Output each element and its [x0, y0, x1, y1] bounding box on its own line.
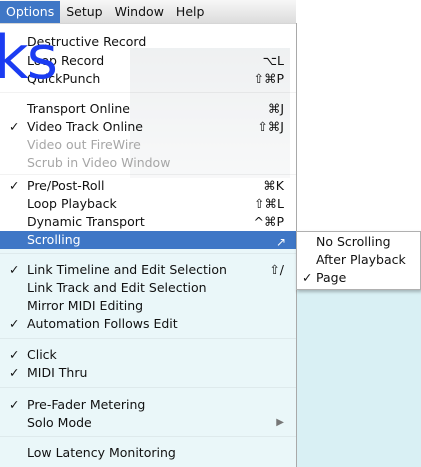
menu-separator — [0, 387, 296, 388]
menu-item-link-track-edit-selection[interactable]: Link Track and Edit Selection — [0, 279, 296, 297]
menu-item-label: Pre-Fader Metering — [27, 397, 146, 412]
menu-window[interactable]: Window — [109, 1, 170, 23]
checkmark-icon: ✓ — [9, 119, 20, 134]
menu-item-label: Transport Online — [27, 101, 130, 116]
submenu-item-label: No Scrolling — [316, 234, 391, 249]
menu-item-midi-thru[interactable]: ✓ MIDI Thru — [0, 364, 296, 382]
menu-item-label: Pre/Post-Roll — [27, 178, 105, 193]
menu-item-shortcut: ⌘J — [267, 101, 284, 116]
menu-item-loop-playback[interactable]: Loop Playback ⇧⌘L — [0, 195, 296, 213]
menu-item-shortcut: ⇧⌘J — [257, 119, 284, 134]
menu-item-label: Solo Mode — [27, 415, 92, 430]
menu-item-label: Click — [27, 347, 57, 362]
menu-item-shortcut: ⇧⌘P — [253, 71, 284, 86]
checkmark-icon: ✓ — [9, 365, 20, 380]
menu-item-label: Dynamic Transport — [27, 214, 145, 229]
menu-item-shortcut: ⌘K — [263, 178, 284, 193]
overlay-text: ks — [0, 23, 58, 93]
checkmark-icon: ✓ — [9, 316, 20, 331]
menu-separator — [0, 253, 296, 254]
checkmark-icon: ✓ — [302, 270, 313, 285]
menu-item-label: Loop Playback — [27, 196, 117, 211]
menu-options[interactable]: Options — [0, 0, 61, 23]
menu-item-shortcut: ⌥L — [262, 53, 284, 68]
menu-item-label: MIDI Thru — [27, 365, 88, 380]
menu-item-label: Scrub in Video Window — [27, 155, 171, 170]
mouse-cursor-icon: ↗ — [275, 235, 286, 249]
submenu-item-after-playback[interactable]: After Playback — [297, 251, 420, 269]
menu-item-scrub-in-video-window: Scrub in Video Window — [0, 154, 296, 172]
menu-item-pre-fader-metering[interactable]: ✓ Pre-Fader Metering — [0, 396, 296, 414]
menu-separator — [0, 338, 296, 339]
menu-item-shortcut: ^⌘P — [253, 214, 284, 229]
menu-item-label: Low Latency Monitoring — [27, 445, 176, 460]
menu-item-solo-mode[interactable]: Solo Mode ▶ — [0, 414, 296, 432]
menu-item-automation-follows-edit[interactable]: ✓ Automation Follows Edit — [0, 315, 296, 333]
menu-item-pre-post-roll[interactable]: ✓ Pre/Post-Roll ⌘K — [0, 177, 296, 195]
submenu-item-no-scrolling[interactable]: No Scrolling — [297, 233, 420, 251]
menu-item-video-out-firewire: Video out FireWire — [0, 136, 296, 154]
menu-item-low-latency-monitoring[interactable]: Low Latency Monitoring — [0, 444, 296, 462]
menu-separator — [0, 436, 296, 437]
menu-item-label: Link Timeline and Edit Selection — [27, 262, 227, 277]
menu-item-shortcut: ⇧/ — [269, 262, 284, 277]
menu-item-label: Scrolling — [27, 232, 81, 247]
menu-bar: Options Setup Window Help — [0, 0, 296, 24]
menu-setup[interactable]: Setup — [60, 1, 108, 23]
menu-item-click[interactable]: ✓ Click — [0, 346, 296, 364]
scrolling-submenu: No Scrolling After Playback ✓ Page — [296, 231, 421, 290]
menu-separator — [0, 174, 296, 175]
menu-item-video-track-online[interactable]: ✓ Video Track Online ⇧⌘J — [0, 118, 296, 136]
menu-item-dynamic-transport[interactable]: Dynamic Transport ^⌘P — [0, 213, 296, 231]
menu-item-link-timeline-edit-selection[interactable]: ✓ Link Timeline and Edit Selection ⇧/ — [0, 261, 296, 279]
checkmark-icon: ✓ — [9, 347, 20, 362]
submenu-item-page[interactable]: ✓ Page — [297, 269, 420, 287]
menu-item-transport-online[interactable]: Transport Online ⌘J — [0, 100, 296, 118]
menu-item-label: Mirror MIDI Editing — [27, 298, 144, 313]
checkmark-icon: ✓ — [9, 397, 20, 412]
submenu-arrow-icon: ▶ — [276, 417, 284, 428]
checkmark-icon: ✓ — [9, 178, 20, 193]
menu-item-label: Video Track Online — [27, 119, 143, 134]
menu-help[interactable]: Help — [170, 1, 211, 23]
submenu-item-label: After Playback — [316, 252, 406, 267]
menu-item-label: Link Track and Edit Selection — [27, 280, 207, 295]
submenu-item-label: Page — [316, 270, 347, 285]
checkmark-icon: ✓ — [9, 262, 20, 277]
menu-item-shortcut: ⇧⌘L — [254, 196, 284, 211]
menu-item-label: Automation Follows Edit — [27, 316, 178, 331]
menu-item-label: Video out FireWire — [27, 137, 141, 152]
menu-item-mirror-midi-editing[interactable]: Mirror MIDI Editing — [0, 297, 296, 315]
menu-item-scrolling[interactable]: Scrolling ↗ — [0, 231, 296, 249]
